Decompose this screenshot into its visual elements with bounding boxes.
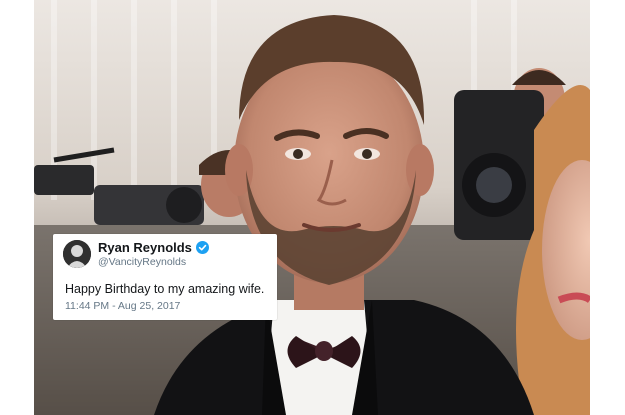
image-canvas: Ryan Reynolds @VancityReynolds Happy Bir…	[0, 0, 625, 415]
tweet-display-name[interactable]: Ryan Reynolds	[98, 240, 192, 255]
verified-badge-icon	[195, 241, 209, 254]
avatar[interactable]	[63, 240, 91, 268]
photo-illustration	[34, 0, 590, 415]
tweet-author-row: Ryan Reynolds	[98, 240, 209, 255]
tweet-card[interactable]: Ryan Reynolds @VancityReynolds Happy Bir…	[53, 234, 277, 320]
tweet-timestamp[interactable]: 11:44 PM - Aug 25, 2017	[65, 300, 180, 312]
background-photo	[34, 0, 590, 415]
tweet-handle[interactable]: @VancityReynolds	[98, 256, 186, 268]
avatar-portrait-icon	[63, 240, 91, 268]
tweet-text: Happy Birthday to my amazing wife.	[65, 282, 265, 296]
